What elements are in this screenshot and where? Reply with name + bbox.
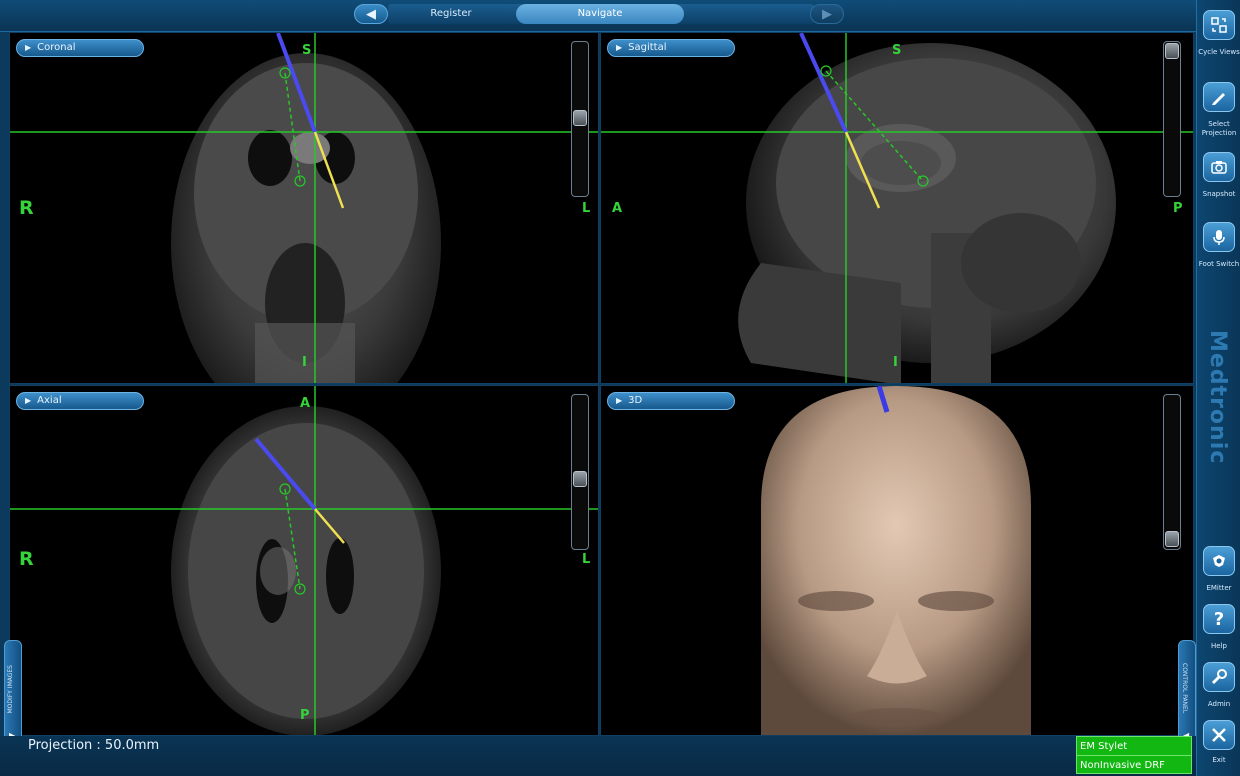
arrow-left-icon: ◀ <box>366 6 376 22</box>
help-icon: ? <box>1213 608 1225 630</box>
camera-icon <box>1211 161 1227 174</box>
sagittal-label: Sagittal <box>628 42 667 53</box>
snapshot-label: Snapshot <box>1202 190 1236 198</box>
cycle-views-label: Cycle Views <box>1198 48 1240 56</box>
orientation-right: L <box>582 552 591 567</box>
sagittal-view-menu[interactable]: ▶ Sagittal <box>607 39 735 57</box>
select-projection-label: Select Projection <box>1201 120 1237 137</box>
back-arrow-button[interactable]: ◀ <box>354 4 388 24</box>
viewport-coronal[interactable]: ▶ Coronal S I R L <box>9 32 599 384</box>
viewport-3d[interactable]: ▶ 3D <box>600 385 1194 736</box>
3d-head-render <box>761 386 1031 735</box>
viewport-sagittal[interactable]: ▶ Sagittal S I A P <box>600 32 1194 384</box>
top-navigation-bar: ◀ Register Navigate ▶ <box>0 0 1196 32</box>
arrow-right-icon: ▶ <box>822 6 832 22</box>
foot-switch-label: Foot Switch <box>1198 260 1240 268</box>
orientation-left: A <box>612 201 623 216</box>
orientation-left: R <box>19 197 34 219</box>
zoom-slider[interactable] <box>1163 394 1181 550</box>
viewport-axial[interactable]: ▶ Axial A P R L <box>9 385 599 736</box>
slice-slider[interactable] <box>1163 41 1181 197</box>
3d-label: 3D <box>628 395 643 406</box>
axial-image <box>10 386 598 735</box>
tracking-status-panel: EM Stylet NonInvasive DRF <box>1076 736 1192 774</box>
orientation-bottom: I <box>893 355 898 370</box>
orientation-right: P <box>1173 201 1183 216</box>
exit-button[interactable] <box>1203 720 1235 750</box>
coronal-label: Coronal <box>37 42 76 53</box>
orientation-top: S <box>892 43 902 58</box>
microphone-icon <box>1213 230 1225 245</box>
exit-label: Exit <box>1212 756 1226 764</box>
help-button[interactable]: ? <box>1203 604 1235 634</box>
sagittal-image <box>601 33 1193 383</box>
coronal-image <box>10 33 598 383</box>
foot-switch-button[interactable] <box>1203 222 1235 252</box>
help-label: Help <box>1211 642 1227 650</box>
emitter-icon <box>1213 555 1225 567</box>
status-bar: Projection : 50.0mm EM Stylet NonInvasiv… <box>0 736 1196 776</box>
coronal-view-menu[interactable]: ▶ Coronal <box>16 39 144 57</box>
medtronic-logo: Medtronic <box>1205 330 1230 465</box>
axial-label: Axial <box>37 395 62 406</box>
orientation-right: L <box>582 201 591 216</box>
control-panel-tab[interactable]: CONTROL PANEL ◀ <box>1178 640 1196 750</box>
emitter-label: EMitter <box>1206 584 1232 592</box>
play-icon: ▶ <box>616 43 623 52</box>
emitter-button[interactable] <box>1203 546 1235 576</box>
slider-thumb[interactable] <box>573 110 587 126</box>
modify-images-tab[interactable]: MODIFY IMAGES ▶ <box>4 640 22 750</box>
close-icon <box>1212 728 1226 742</box>
control-panel-label: CONTROL PANEL <box>1181 663 1188 714</box>
slice-slider[interactable] <box>571 41 589 197</box>
admin-label: Admin <box>1207 700 1231 708</box>
projection-readout: Projection : 50.0mm <box>28 738 160 753</box>
tab-navigate[interactable]: Navigate <box>516 4 684 24</box>
orientation-left: R <box>19 548 34 570</box>
instrument-status: EM Stylet <box>1077 737 1191 756</box>
right-tool-panel: Cycle Views Select Projection Snapshot F… <box>1196 0 1240 776</box>
pen-icon <box>1212 93 1225 105</box>
select-projection-button[interactable] <box>1203 82 1235 112</box>
play-icon: ▶ <box>25 396 32 405</box>
orientation-top: A <box>300 396 311 411</box>
snapshot-button[interactable] <box>1203 152 1235 182</box>
cycle-views-button[interactable] <box>1203 10 1235 40</box>
cycle-views-icon <box>1211 17 1227 33</box>
slider-thumb[interactable] <box>1165 531 1179 547</box>
slice-slider[interactable] <box>571 394 589 550</box>
reference-status: NonInvasive DRF <box>1080 760 1165 771</box>
slider-thumb[interactable] <box>1165 43 1179 59</box>
orientation-top: S <box>302 43 312 58</box>
workflow-tabs: Register Navigate <box>388 4 814 24</box>
forward-arrow-button[interactable]: ▶ <box>810 4 844 24</box>
play-icon: ▶ <box>25 43 32 52</box>
wrench-icon <box>1211 669 1227 685</box>
modify-images-label: MODIFY IMAGES <box>7 665 14 714</box>
play-icon: ▶ <box>616 396 623 405</box>
admin-button[interactable] <box>1203 662 1235 692</box>
axial-view-menu[interactable]: ▶ Axial <box>16 392 144 410</box>
tab-register[interactable]: Register <box>388 4 514 24</box>
3d-view-menu[interactable]: ▶ 3D <box>607 392 735 410</box>
orientation-bottom: I <box>302 355 307 370</box>
orientation-bottom: P <box>300 708 310 723</box>
slider-thumb[interactable] <box>573 471 587 487</box>
